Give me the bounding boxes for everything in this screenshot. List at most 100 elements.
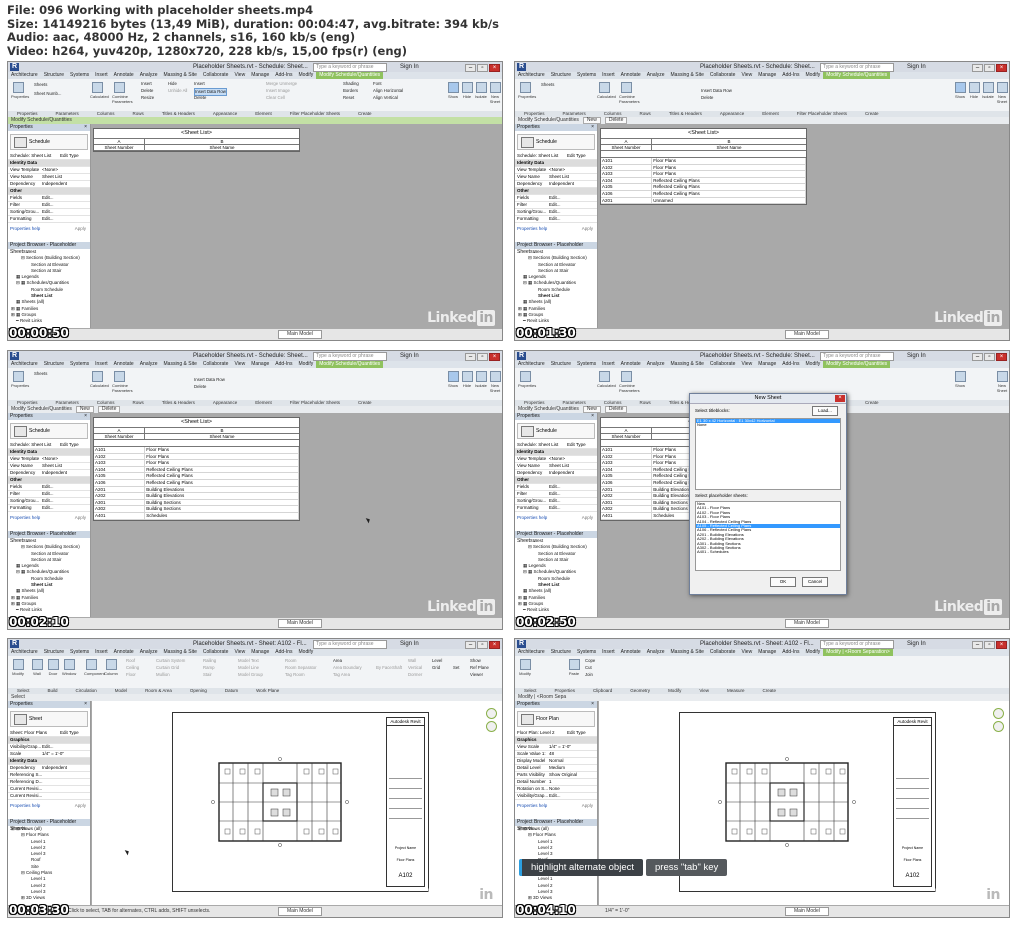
close-icon[interactable]: × bbox=[996, 353, 1007, 361]
sheet-number-cell[interactable]: A105 bbox=[94, 473, 146, 479]
ribbon-tab[interactable]: Massing & Site bbox=[161, 361, 200, 368]
floor-plan-drawing[interactable] bbox=[718, 757, 856, 847]
table-row[interactable]: A401 Schedules bbox=[94, 512, 299, 520]
table-row[interactable]: A102 Floor Plans bbox=[94, 453, 299, 461]
combine-parameters-button[interactable]: Combine Parameters bbox=[112, 371, 133, 393]
column-letter[interactable]: A bbox=[601, 428, 652, 433]
shaft-button[interactable]: Shaft bbox=[392, 665, 402, 671]
join-button[interactable]: Join bbox=[585, 672, 593, 678]
property-value[interactable]: Edit... bbox=[42, 505, 54, 511]
new-button[interactable]: New bbox=[582, 406, 601, 413]
table-row[interactable]: A103 Floor Plans bbox=[94, 460, 299, 467]
property-value[interactable]: Edit... bbox=[42, 484, 54, 490]
align-vertical-button[interactable]: Align Vertical bbox=[373, 95, 398, 101]
sheet-name-cell[interactable]: Building Elevations bbox=[145, 493, 299, 499]
list-item[interactable]: A401 - Schedules bbox=[696, 550, 840, 554]
ribbon-tab[interactable]: Manage bbox=[755, 649, 779, 656]
edit-type-button[interactable]: Edit Type bbox=[567, 153, 586, 159]
borders-button[interactable]: Borders bbox=[343, 88, 358, 94]
align-horizontal-button[interactable]: Align Horizontal bbox=[373, 88, 403, 94]
table-row[interactable]: A105 Reflected Ceiling Plans bbox=[94, 473, 299, 480]
browser-tree-item[interactable]: ⊟ Sections (Building Section) bbox=[515, 255, 597, 261]
new-sheet-button[interactable]: New Sheet bbox=[995, 371, 1009, 393]
sheet-number-cell[interactable]: A301 bbox=[601, 499, 653, 506]
curtain-grid-button[interactable]: Curtain Grid bbox=[156, 665, 179, 671]
property-value[interactable]: Edit... bbox=[42, 498, 54, 504]
property-value[interactable]: Sheet List bbox=[42, 463, 62, 469]
properties-help-link[interactable]: Properties help bbox=[517, 226, 547, 231]
ribbon-tab[interactable]: Architecture bbox=[8, 649, 41, 656]
sheet-number-cell[interactable]: A103 bbox=[601, 460, 653, 466]
sheet-number-cell[interactable]: A401 bbox=[601, 512, 653, 519]
ribbon-tab[interactable]: Manage bbox=[755, 361, 779, 368]
browser-tree-item[interactable]: ⊞ 3D Views bbox=[8, 895, 90, 901]
calculated-button[interactable]: Calculated bbox=[90, 82, 109, 104]
ribbon-tab[interactable]: Systems bbox=[574, 72, 599, 79]
level-button[interactable]: Level bbox=[432, 658, 442, 664]
sheet-number-cell[interactable]: A106 bbox=[94, 479, 146, 486]
model-text-button[interactable]: Model Text bbox=[238, 658, 259, 664]
property-category[interactable]: Graphics bbox=[515, 737, 597, 744]
apply-button[interactable]: Apply bbox=[582, 226, 593, 231]
ribbon-tab[interactable]: Add-Ins bbox=[779, 361, 802, 368]
property-value[interactable]: Edit... bbox=[42, 216, 54, 222]
type-selector[interactable]: Schedule bbox=[517, 134, 595, 150]
insert-data-row-button[interactable]: Insert Data Row bbox=[701, 88, 732, 94]
close-icon[interactable]: × bbox=[489, 353, 500, 361]
steering-wheel-icon[interactable] bbox=[993, 708, 1004, 719]
column-header[interactable]: Sheet Name bbox=[145, 145, 299, 150]
table-row[interactable]: A105 Reflected Ceiling Plans bbox=[601, 184, 806, 191]
calculated-button[interactable]: Calculated bbox=[90, 371, 109, 393]
combine-parameters-button[interactable]: Combine Parameters bbox=[619, 371, 640, 393]
property-category[interactable]: Identity Data bbox=[515, 160, 597, 167]
show-button[interactable]: Show bbox=[446, 82, 460, 104]
instance-selector[interactable]: Sheet: Floor Plans Edit Type bbox=[8, 730, 90, 737]
ribbon-tab[interactable]: Architecture bbox=[8, 72, 41, 79]
instance-selector[interactable]: Schedule: Sheet List Edit Type bbox=[515, 153, 597, 160]
sheet-number-cell[interactable]: A302 bbox=[601, 506, 653, 512]
ribbon-tab[interactable]: Add-Ins bbox=[272, 649, 295, 656]
ribbon-tab[interactable]: Collaborate bbox=[707, 649, 739, 656]
model-line-button[interactable]: Model Line bbox=[238, 665, 259, 671]
property-value[interactable]: Edit... bbox=[42, 202, 54, 208]
sheet-name-cell[interactable]: Reflected Ceiling Plans bbox=[145, 473, 299, 479]
ribbon-tab[interactable]: Add-Ins bbox=[272, 361, 295, 368]
cut-button[interactable]: Cut bbox=[585, 665, 592, 671]
sheet-number-cell[interactable]: A103 bbox=[94, 460, 146, 466]
ribbon-tab[interactable]: Insert bbox=[92, 649, 111, 656]
edit-type-button[interactable]: Edit Type bbox=[567, 442, 586, 448]
close-icon[interactable]: × bbox=[489, 64, 500, 72]
show-button[interactable]: Show bbox=[953, 82, 967, 104]
floor-plan-drawing[interactable] bbox=[211, 757, 349, 847]
type-selector[interactable]: Schedule bbox=[10, 423, 88, 439]
wall-button[interactable]: Wall bbox=[30, 659, 44, 681]
apply-button[interactable]: Apply bbox=[582, 515, 593, 520]
viewer-button[interactable]: Viewer bbox=[470, 672, 483, 678]
ribbon-tab[interactable]: View bbox=[738, 361, 755, 368]
floor-button[interactable]: Floor bbox=[126, 672, 136, 678]
new-button[interactable]: New bbox=[75, 406, 94, 413]
column-header[interactable]: Sheet Number bbox=[94, 434, 145, 439]
ribbon-tab[interactable]: Systems bbox=[67, 361, 92, 368]
calculated-button[interactable]: Calculated bbox=[597, 82, 616, 104]
sign-in-link[interactable]: Sign In bbox=[907, 351, 926, 361]
property-value[interactable]: Independent bbox=[42, 181, 67, 187]
type-selector[interactable]: Schedule bbox=[517, 423, 595, 439]
sign-in-link[interactable]: Sign In bbox=[907, 62, 926, 72]
property-value[interactable]: Independent bbox=[42, 470, 67, 476]
ribbon-tab[interactable]: Insert bbox=[599, 72, 618, 79]
maximize-icon[interactable]: ▫ bbox=[984, 64, 995, 72]
maximize-icon[interactable]: ▫ bbox=[984, 641, 995, 649]
roof-button[interactable]: Roof bbox=[126, 658, 135, 664]
property-value[interactable]: Edit... bbox=[549, 209, 561, 215]
ribbon-tab[interactable]: Massing & Site bbox=[668, 649, 707, 656]
properties-button[interactable]: Properties bbox=[518, 82, 536, 104]
ribbon-tab[interactable]: Modify bbox=[803, 72, 824, 79]
titleblock-list[interactable]: E1 30 x 42 Horizontal : E1 30x42 Horizon… bbox=[695, 418, 841, 490]
ribbon-tab[interactable]: Modify bbox=[296, 361, 317, 368]
tag-area-button[interactable]: Tag Area bbox=[333, 672, 350, 678]
calculated-button[interactable]: Calculated bbox=[597, 371, 616, 393]
sheet-number-dropdown[interactable]: Sheet Numb... bbox=[34, 91, 61, 97]
sheet-number-cell[interactable]: A302 bbox=[94, 506, 146, 512]
properties-button[interactable]: Properties bbox=[11, 371, 29, 393]
